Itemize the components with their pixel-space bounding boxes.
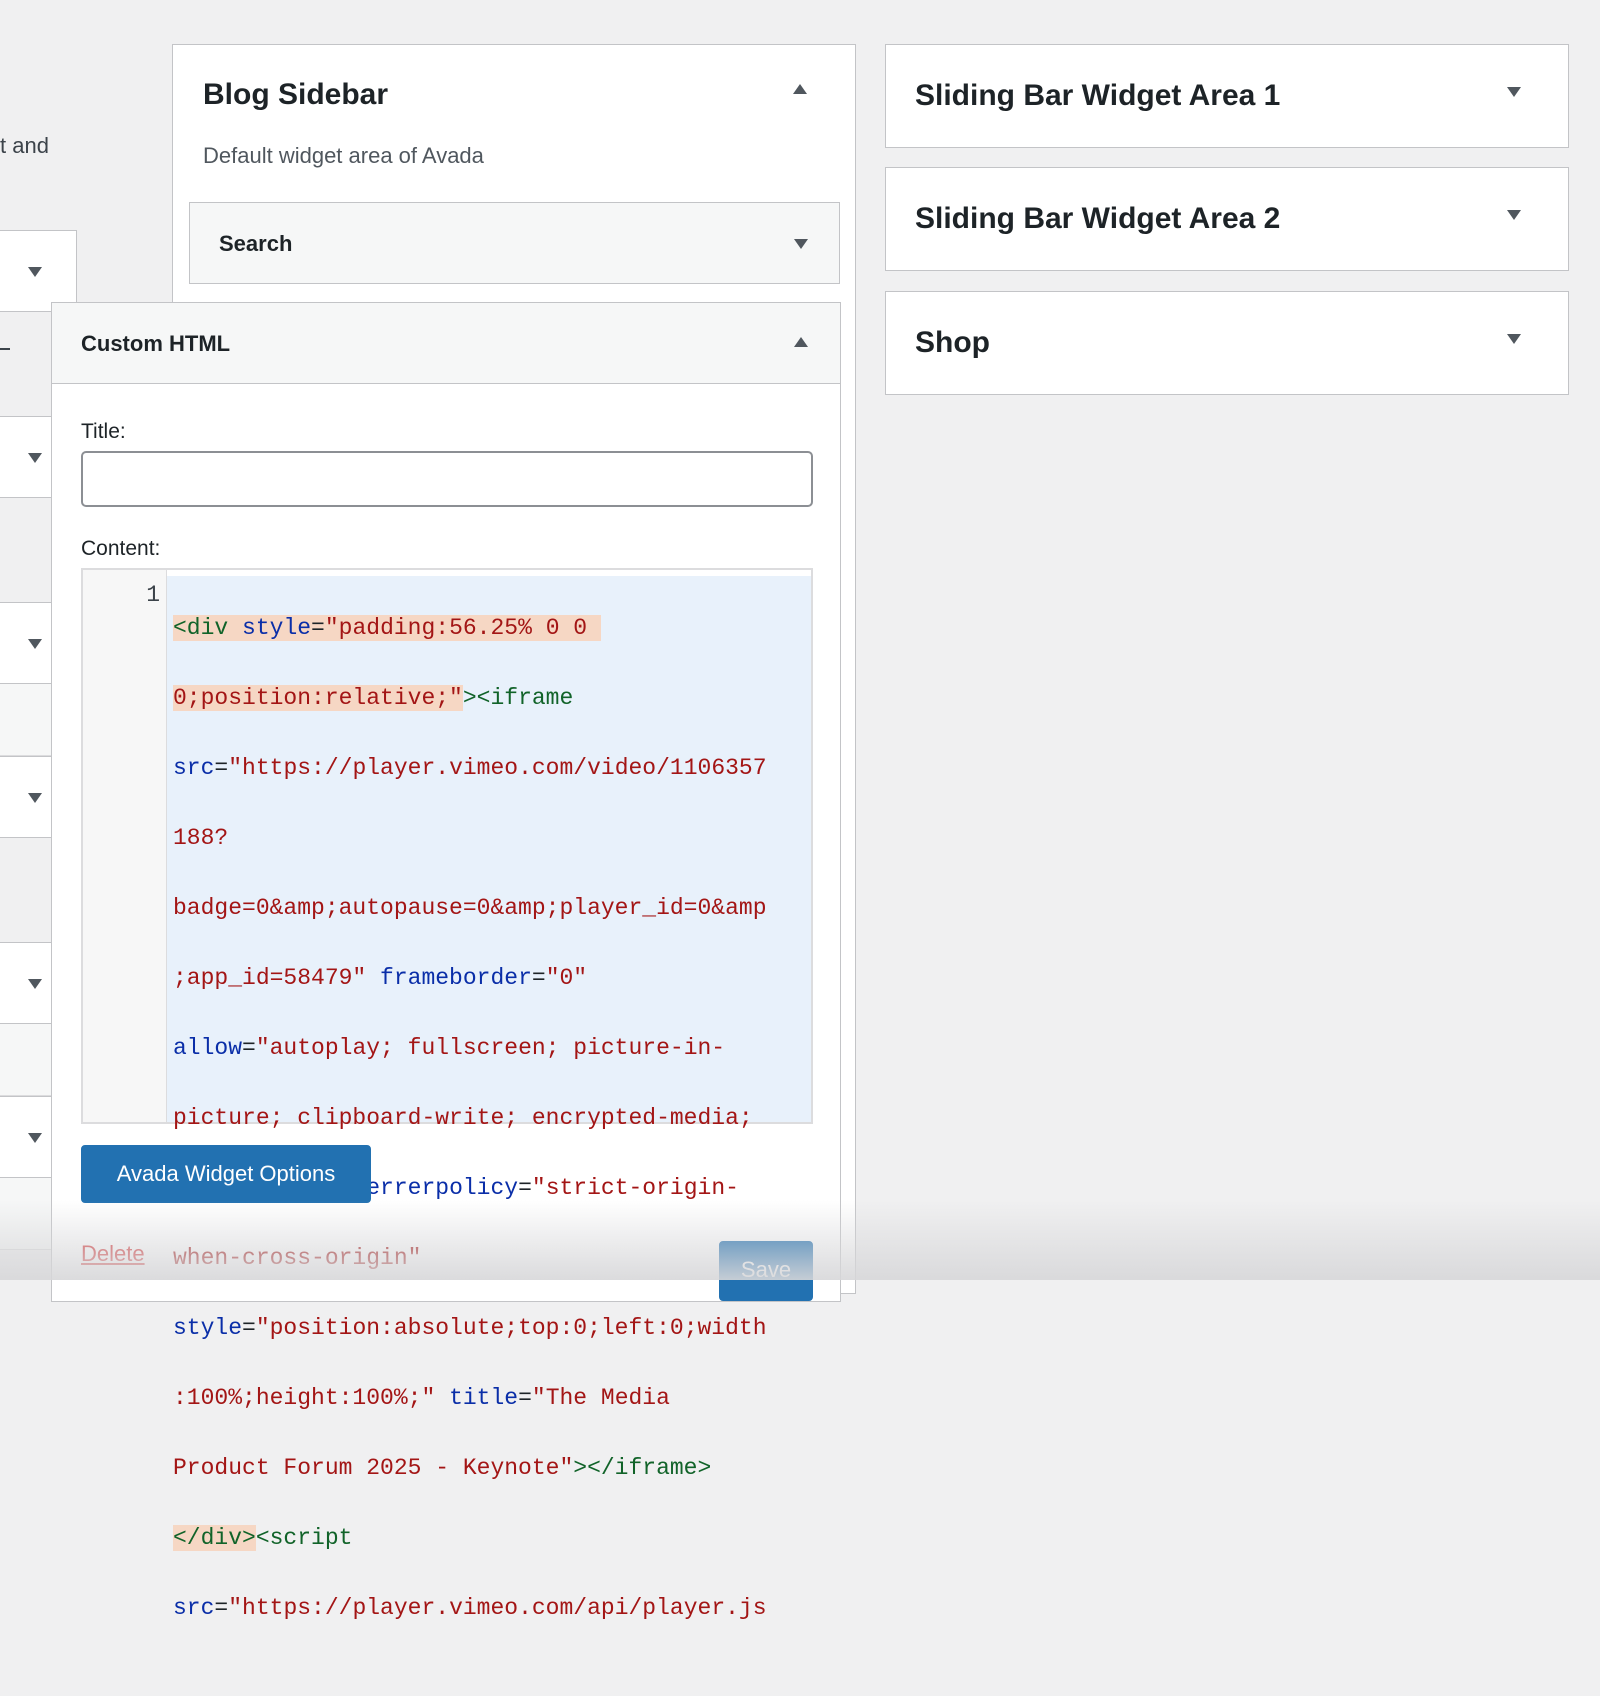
delete-link[interactable]: Delete [81, 1241, 145, 1267]
code-line: badge=0&amp;autopause=0&amp;player_id=0&… [173, 895, 767, 921]
code-line: <div style="padding:56.25% 0 0 [173, 615, 601, 641]
chevron-down-icon[interactable] [28, 793, 42, 803]
widget-area-title: Shop [915, 326, 990, 359]
left-widget-area-4[interactable] [0, 756, 56, 838]
avada-widget-options-button[interactable]: Avada Widget Options [81, 1145, 371, 1203]
chevron-down-icon[interactable] [28, 267, 42, 277]
search-widget-title: Search [219, 231, 293, 256]
widget-area-sliding-bar-1[interactable]: Sliding Bar Widget Area 1 [885, 44, 1569, 148]
chevron-up-icon[interactable] [793, 84, 807, 94]
chevron-down-icon[interactable] [28, 1133, 42, 1143]
code-line: picture; clipboard-write; encrypted-medi… [173, 1105, 753, 1131]
left-widget-area-1[interactable] [0, 230, 77, 312]
custom-html-widget-header[interactable]: Custom HTML [51, 302, 841, 384]
chevron-down-icon[interactable] [1507, 87, 1521, 97]
left-widget-area-2[interactable] [0, 416, 56, 498]
chevron-down-icon[interactable] [1507, 334, 1521, 344]
code-line: :100%;height:100%;" title="The Media [173, 1385, 670, 1411]
left-partial-text: t and [0, 133, 49, 158]
code-line: 0;position:relative;"><iframe [173, 685, 574, 711]
chevron-down-icon[interactable] [794, 239, 808, 249]
code-line: Product Forum 2025 - Keynote"></iframe> [173, 1455, 712, 1481]
code-line: ;app_id=58479" frameborder="0" [173, 965, 588, 991]
title-label: Title: [81, 420, 126, 443]
editor-gutter: 1 [83, 570, 167, 1122]
save-button[interactable]: Save [719, 1241, 813, 1301]
custom-html-widget-title: Custom HTML [81, 331, 231, 356]
widget-area-shop[interactable]: Shop [885, 291, 1569, 395]
left-area-description [0, 1024, 56, 1096]
chevron-down-icon[interactable] [28, 453, 42, 463]
code-line: 188? [173, 825, 229, 851]
code-line: allow="autoplay; fullscreen; picture-in- [173, 1035, 726, 1061]
custom-html-widget: Custom HTML Title: Content: 1 <div style… [51, 302, 841, 1621]
widget-area-sliding-bar-2[interactable]: Sliding Bar Widget Area 2 [885, 167, 1569, 271]
code-editor[interactable]: 1 <div style="padding:56.25% 0 0 0;posit… [81, 568, 813, 1621]
blog-sidebar-title: Blog Sidebar [203, 78, 389, 111]
widget-area-title: Sliding Bar Widget Area 1 [915, 79, 1281, 112]
line-number: 1 [146, 582, 160, 608]
left-divider [0, 348, 10, 350]
left-widget-area-6[interactable] [0, 1096, 56, 1178]
chevron-down-icon[interactable] [28, 639, 42, 649]
chevron-up-icon[interactable] [794, 337, 808, 347]
title-input[interactable] [81, 451, 813, 507]
search-widget[interactable]: Search [189, 202, 840, 284]
code-line: when-cross-origin" [173, 1245, 422, 1271]
left-widget-area-5[interactable] [0, 942, 56, 1024]
code-line: src="https://player.vimeo.com/video/1106… [173, 755, 767, 781]
chevron-down-icon[interactable] [28, 979, 42, 989]
blog-sidebar-description: Default widget area of Avada [203, 143, 484, 168]
code-line: style="position:absolute;top:0;left:0;wi… [173, 1315, 767, 1341]
chevron-down-icon[interactable] [1507, 210, 1521, 220]
left-area-description [0, 684, 56, 756]
content-label: Content: [81, 537, 161, 560]
left-area-description [0, 1178, 56, 1250]
code-content[interactable]: <div style="padding:56.25% 0 0 0;positio… [167, 576, 811, 1621]
code-line: src="https://player.vimeo.com/api/player… [173, 1595, 767, 1621]
widget-area-title: Sliding Bar Widget Area 2 [915, 202, 1281, 235]
left-widget-area-3[interactable] [0, 602, 56, 684]
code-line: </div><script [173, 1525, 353, 1551]
